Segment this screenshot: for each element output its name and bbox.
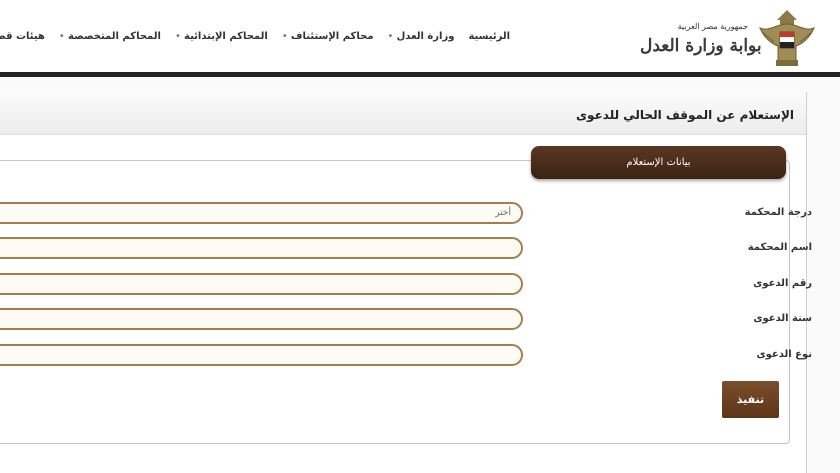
nav-appeal-courts[interactable]: محاكم الإستئناف <box>282 31 374 42</box>
page-title: الإستعلام عن الموقف الحالي للدعوى <box>576 108 794 122</box>
case-type-select[interactable] <box>0 344 523 366</box>
nav-ministry-of-justice[interactable]: وزارة العدل <box>388 31 455 42</box>
court-name-label: اسم المحكمة <box>747 242 812 253</box>
case-year-input[interactable] <box>0 308 523 330</box>
nav-specialized-courts[interactable]: المحاكم المتخصصة <box>59 31 161 42</box>
case-number-input[interactable] <box>0 273 523 295</box>
main-nav: الرئيسية وزارة العدل محاكم الإستئناف الم… <box>0 31 510 42</box>
nav-home[interactable]: الرئيسية <box>468 31 510 42</box>
egyptian-eagle-emblem-icon[interactable] <box>752 6 822 70</box>
nav-judicial-bodies[interactable]: هيئات قضائية <box>0 31 45 42</box>
court-degree-select[interactable]: أختر <box>0 202 523 224</box>
case-year-label: سنة الدعوى <box>753 313 812 324</box>
case-number-label: رقم الدعوى <box>753 278 812 289</box>
case-type-label: نوع الدعوى <box>756 349 812 360</box>
court-name-select[interactable] <box>0 237 523 259</box>
nav-primary-courts[interactable]: المحاكم الإبتدائية <box>175 31 268 42</box>
logo-portal-name[interactable]: بوابة وزارة العدل <box>640 36 762 56</box>
court-degree-label: درجة المحكمة <box>744 207 812 218</box>
inquiry-legend-tab: بيانات الإستعلام <box>531 146 786 179</box>
submit-button[interactable]: تنفيذ <box>722 381 779 418</box>
logo-country-name: جمهورية مصر العربية <box>677 22 748 31</box>
